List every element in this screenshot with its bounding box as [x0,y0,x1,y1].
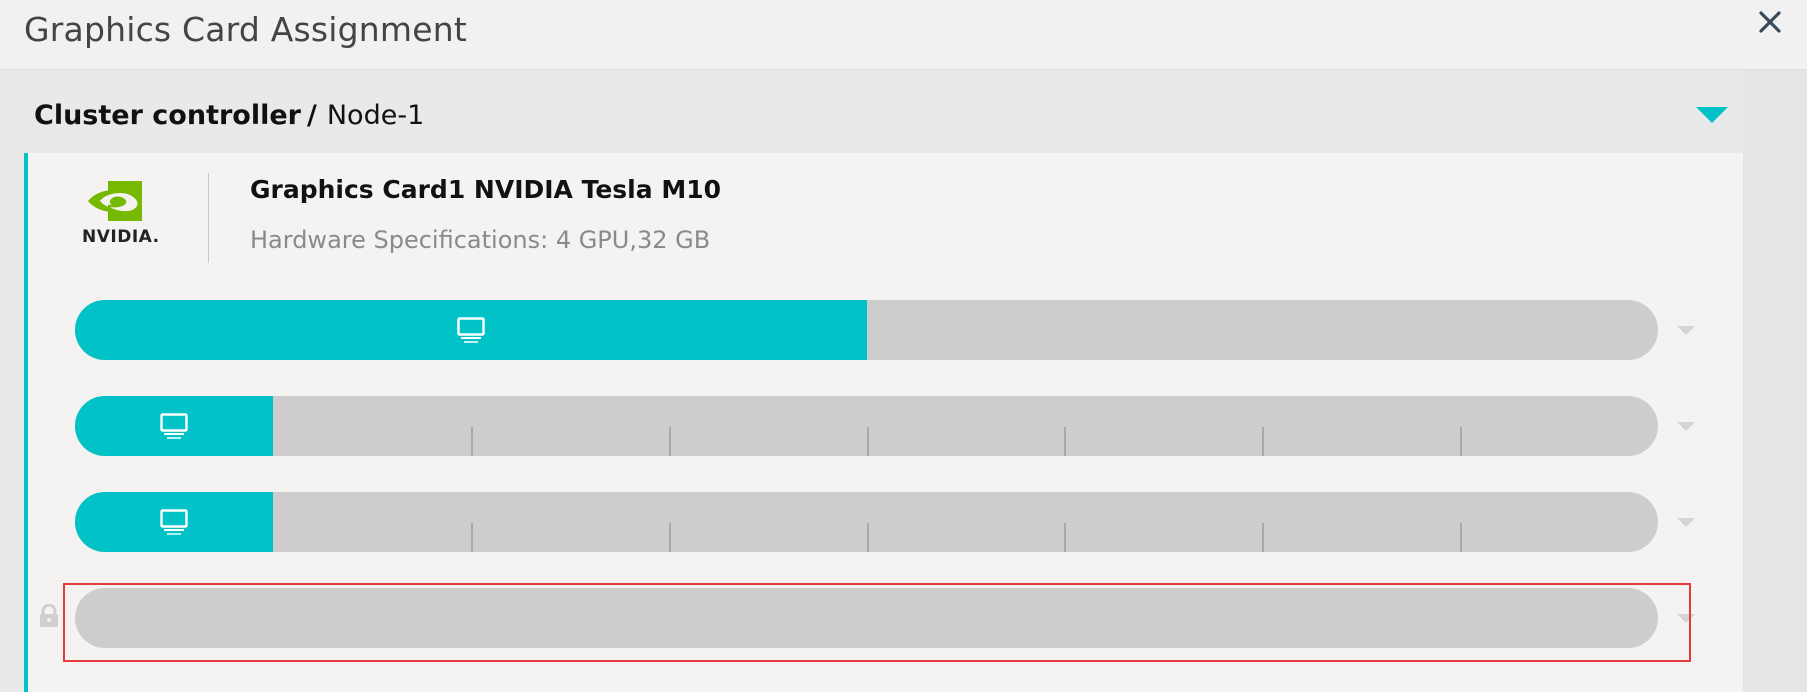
segment-tick [471,427,473,456]
graphics-card-assignment-dialog: Graphics Card Assignment Cluster control… [0,0,1807,692]
row-dropdown-caret-icon[interactable] [1675,611,1697,625]
gpu-allocated-segment[interactable] [75,300,867,360]
gpu-allocated-segment[interactable] [75,396,273,456]
gpu-allocation-bar[interactable] [75,396,1658,456]
breadcrumb-current: Node-1 [326,100,425,131]
segment-tick [471,523,473,552]
close-icon [1759,11,1781,33]
collapse-toggle-button[interactable] [1694,104,1730,126]
monitor-icon [160,509,188,535]
lock-icon [38,603,60,628]
close-button[interactable] [1752,4,1788,40]
segment-tick [669,427,671,456]
segment-tick [1064,427,1066,456]
segment-tick [1064,523,1066,552]
gpu-allocated-segment[interactable] [75,492,273,552]
breadcrumb-separator: / [306,100,317,131]
card-name: Graphics Card1 NVIDIA Tesla M10 [250,175,721,204]
monitor-icon [160,413,188,439]
breadcrumb: Cluster controller / Node-1 [34,100,424,131]
segment-tick [1460,427,1462,456]
scroll-gutter [1743,70,1807,692]
segment-tick [867,523,869,552]
nvidia-logo: NVIDIA. [78,179,168,249]
card-spec: Hardware Specifications: 4 GPU,32 GB [250,226,711,254]
title-bar: Graphics Card Assignment [0,0,1807,70]
breadcrumb-parent: Cluster controller [34,100,301,131]
row-dropdown-caret-icon[interactable] [1675,323,1697,337]
monitor-icon [457,317,485,343]
segment-tick [867,427,869,456]
gpu-allocation-bar[interactable] [75,588,1658,648]
row-dropdown-caret-icon[interactable] [1675,419,1697,433]
caret-down-icon [1696,107,1728,123]
segment-tick [1460,523,1462,552]
segment-tick [1262,523,1264,552]
dialog-title: Graphics Card Assignment [24,10,468,49]
nvidia-logo-text: NVIDIA. [82,227,160,247]
segment-tick [669,523,671,552]
row-dropdown-caret-icon[interactable] [1675,515,1697,529]
segment-tick [1262,427,1264,456]
gpu-allocation-bar[interactable] [75,492,1658,552]
logo-divider [208,173,209,263]
gpu-allocation-bar[interactable] [75,300,1658,360]
